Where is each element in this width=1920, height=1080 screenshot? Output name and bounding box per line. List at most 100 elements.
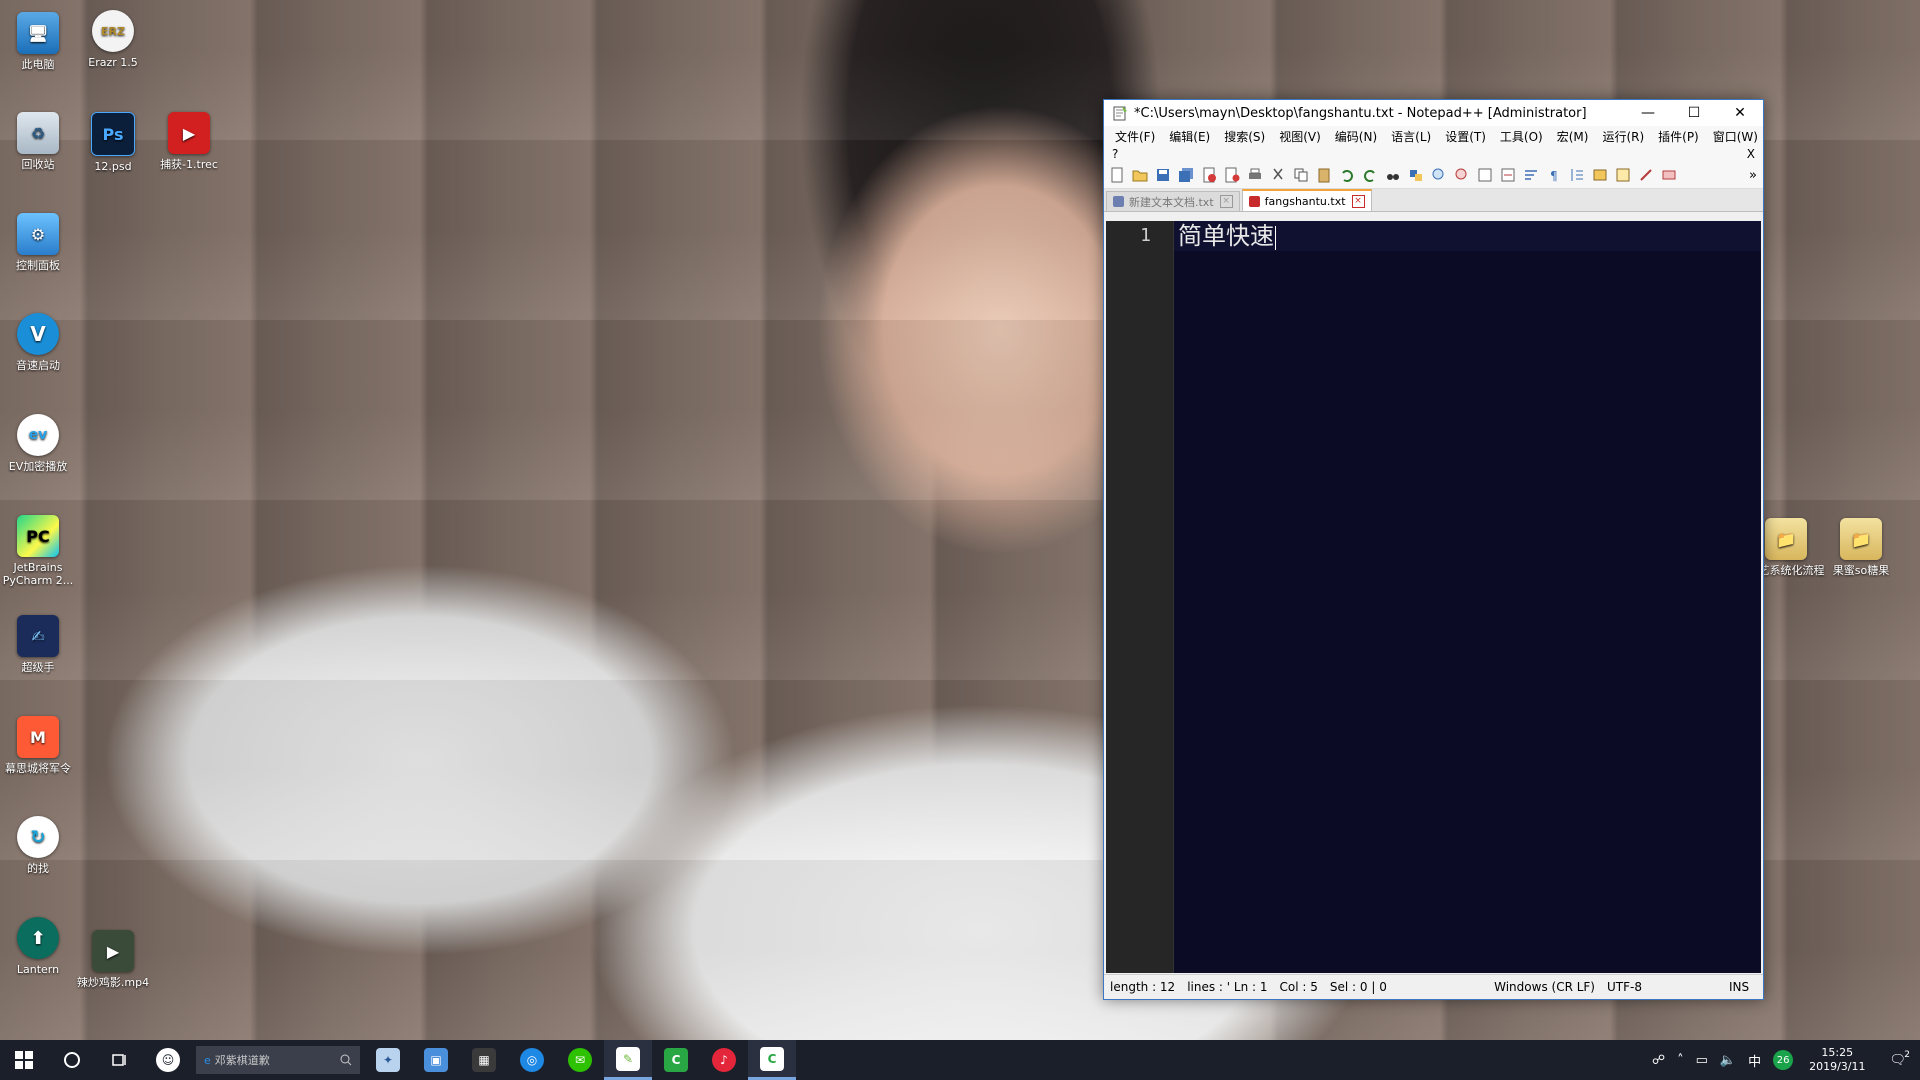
desktop-icon-yinsu[interactable]: V 音速启动 (0, 313, 77, 372)
desktop-icon-mubu[interactable]: M 幕思城将军令 (0, 716, 77, 775)
desktop-icon-erazr[interactable]: ERZ Erazr 1.5 (74, 10, 152, 69)
chevron-up-icon[interactable]: ˄ (1671, 1053, 1690, 1068)
desktop-icon-label: 控制面板 (16, 259, 60, 272)
paste-icon[interactable] (1315, 166, 1333, 184)
sync-vertical-icon[interactable] (1476, 166, 1494, 184)
tray-badge[interactable]: 26 (1773, 1050, 1794, 1070)
language-udl-icon[interactable] (1591, 166, 1609, 184)
menu-plugins[interactable]: 插件(P) (1651, 128, 1706, 145)
desktop-icon-folder-guomi[interactable]: 📁 果蜜so糖果 (1822, 518, 1900, 577)
find-icon[interactable] (1384, 166, 1402, 184)
status-insert-mode[interactable]: INS (1723, 980, 1763, 994)
volume-icon[interactable]: 🔈 (1714, 1053, 1742, 1068)
desktop-icon-psd[interactable]: Ps 12.psd (74, 112, 152, 173)
desktop-icon-label: 辣炒鸡影.mp4 (76, 976, 150, 989)
close-document-button[interactable]: X (1747, 147, 1763, 161)
close-button[interactable]: ✕ (1717, 100, 1763, 126)
menu-file[interactable]: 文件(F) (1108, 128, 1162, 145)
clock[interactable]: 15:25 2019/3/11 (1799, 1046, 1875, 1074)
taskbar-app-browser[interactable]: ◎ (508, 1040, 556, 1080)
maximize-button[interactable]: ☐ (1671, 100, 1717, 126)
desktop-icon-ev-player[interactable]: ev EV加密播放 (0, 414, 77, 473)
menu-view[interactable]: 视图(V) (1272, 128, 1328, 145)
minimize-button[interactable]: — (1625, 100, 1671, 126)
text-editor[interactable]: 简单快速 (1174, 221, 1761, 973)
taskbar-search-box[interactable]: e 邓紫棋道歉 (196, 1046, 360, 1074)
doc-map-icon[interactable] (1614, 166, 1632, 184)
function-list-icon[interactable] (1637, 166, 1655, 184)
tab-bar: 新建文本文档.txt × fangshantu.txt × (1104, 189, 1763, 212)
replace-icon[interactable] (1407, 166, 1425, 184)
taskbar-app-camtasia[interactable]: C (652, 1040, 700, 1080)
record-macro-icon[interactable] (1660, 166, 1678, 184)
menu-edit[interactable]: 编辑(E) (1162, 128, 1217, 145)
show-all-chars-icon[interactable]: ¶ (1545, 166, 1563, 184)
desktop-icon-lantern[interactable]: ⬆ Lantern (0, 917, 77, 976)
network-icon[interactable]: ▭ (1690, 1053, 1714, 1068)
launcher-icon: V (17, 313, 59, 355)
taskbar-app-feedback[interactable]: ☺ (144, 1040, 192, 1080)
menu-help[interactable]: ? (1112, 147, 1118, 161)
tab-new-text-document[interactable]: 新建文本文档.txt × (1106, 191, 1240, 211)
taskbar-app-wechat[interactable]: ✉ (556, 1040, 604, 1080)
save-all-icon[interactable] (1177, 166, 1195, 184)
menu-encoding[interactable]: 编码(N) (1328, 128, 1384, 145)
tab-close-icon[interactable]: × (1351, 194, 1365, 208)
taskbar-app-store[interactable]: ▣ (412, 1040, 460, 1080)
task-view-button[interactable] (96, 1040, 144, 1080)
menu-bar-row2: ? X (1104, 146, 1763, 162)
menu-language[interactable]: 语言(L) (1384, 128, 1438, 145)
music-icon: ♪ (712, 1048, 736, 1072)
sync-horizontal-icon[interactable] (1499, 166, 1517, 184)
new-file-icon[interactable] (1108, 166, 1126, 184)
copy-icon[interactable] (1292, 166, 1310, 184)
close-all-icon[interactable] (1223, 166, 1241, 184)
toolbar-overflow[interactable]: » (1749, 168, 1763, 183)
desktop-icon-this-pc[interactable]: 🖥 此电脑 (0, 12, 77, 71)
save-icon[interactable] (1154, 166, 1172, 184)
title-bar[interactable]: *C:\Users\mayn\Desktop\fangshantu.txt - … (1104, 100, 1763, 126)
zoom-in-icon[interactable] (1430, 166, 1448, 184)
tab-close-icon[interactable]: × (1219, 195, 1233, 208)
cut-icon[interactable] (1269, 166, 1287, 184)
taskbar-app-notepadpp[interactable]: ✎ (604, 1040, 652, 1080)
taskbar-app-film[interactable]: ▦ (460, 1040, 508, 1080)
status-eol[interactable]: Windows (CR LF) (1488, 980, 1601, 994)
line-number: 1 (1140, 225, 1151, 246)
desktop-icon-trec[interactable]: ▶ 捕获-1.trec (150, 112, 228, 171)
taskbar-app-bird[interactable]: ✦ (364, 1040, 412, 1080)
taskbar-app-netease[interactable]: ♪ (700, 1040, 748, 1080)
menu-tools[interactable]: 工具(O) (1493, 128, 1550, 145)
indent-guide-icon[interactable] (1568, 166, 1586, 184)
people-icon[interactable]: ☍ (1646, 1053, 1671, 1068)
undo-icon[interactable] (1338, 166, 1356, 184)
cortana-button[interactable] (48, 1040, 96, 1080)
desktop-icon-dezhao[interactable]: ↻ 的找 (0, 816, 77, 875)
close-file-icon[interactable] (1200, 166, 1218, 184)
menu-run[interactable]: 运行(R) (1595, 128, 1651, 145)
ime-indicator[interactable]: 中 (1742, 1051, 1767, 1070)
notepadpp-window: *C:\Users\mayn\Desktop\fangshantu.txt - … (1103, 99, 1764, 1000)
menu-settings[interactable]: 设置(T) (1438, 128, 1493, 145)
desktop-icon-pycharm[interactable]: PC JetBrains PyCharm 2... (0, 515, 77, 587)
desktop-icon-chaoji[interactable]: ✍ 超级手 (0, 615, 77, 674)
action-center-button[interactable]: 🗨 2 (1875, 1050, 1920, 1068)
text-caret (1275, 225, 1276, 250)
start-button[interactable] (0, 1040, 48, 1080)
taskbar-app-camtasia-recorder[interactable]: C (748, 1040, 796, 1080)
search-hint-text: 邓紫棋道歉 (214, 1054, 270, 1067)
open-file-icon[interactable] (1131, 166, 1149, 184)
menu-window[interactable]: 窗口(W) (1706, 128, 1765, 145)
print-icon[interactable] (1246, 166, 1264, 184)
desktop-icon-label: JetBrains PyCharm 2... (2, 561, 74, 587)
zoom-out-icon[interactable] (1453, 166, 1471, 184)
desktop-icon-recycle-bin[interactable]: ♻ 回收站 (0, 112, 77, 171)
status-encoding[interactable]: UTF-8 (1601, 980, 1723, 994)
menu-search[interactable]: 搜索(S) (1217, 128, 1272, 145)
desktop-icon-mp4[interactable]: ▶ 辣炒鸡影.mp4 (74, 930, 152, 989)
menu-macro[interactable]: 宏(M) (1550, 128, 1596, 145)
word-wrap-icon[interactable] (1522, 166, 1540, 184)
desktop-icon-control-panel[interactable]: ⚙ 控制面板 (0, 213, 77, 272)
tab-fangshantu[interactable]: fangshantu.txt × (1241, 189, 1372, 211)
redo-icon[interactable] (1361, 166, 1379, 184)
